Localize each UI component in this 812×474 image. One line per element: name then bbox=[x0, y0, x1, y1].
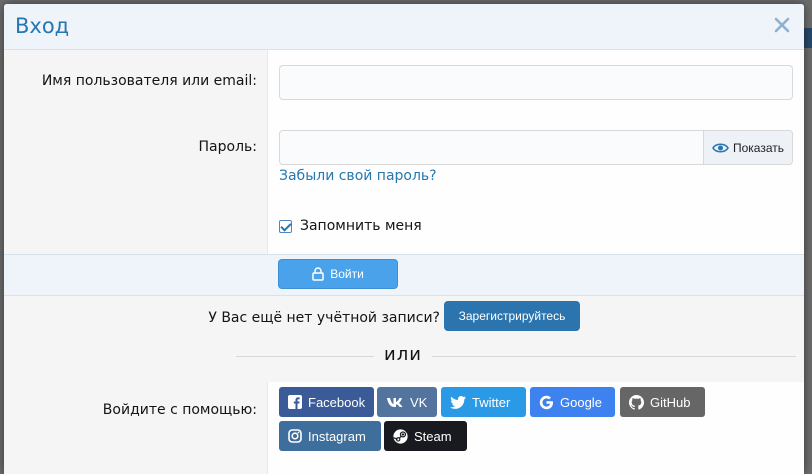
vk-icon bbox=[387, 398, 403, 407]
github-button[interactable]: GitHub bbox=[620, 387, 705, 417]
twitter-label: Twitter bbox=[472, 394, 511, 410]
twitter-icon bbox=[450, 395, 466, 409]
username-input[interactable] bbox=[279, 65, 793, 100]
show-password-button[interactable]: Показать bbox=[703, 131, 792, 164]
lower-section: У Вас ещё нет учётной записи? Зарегистри… bbox=[4, 296, 804, 474]
password-input[interactable] bbox=[280, 131, 704, 164]
facebook-icon bbox=[288, 395, 302, 409]
remember-checkbox[interactable] bbox=[279, 219, 292, 233]
close-button[interactable] bbox=[772, 14, 792, 36]
password-label: Пароль: bbox=[198, 139, 257, 155]
modal-title: Вход bbox=[15, 14, 70, 38]
remember-me[interactable]: Запомнить меня bbox=[279, 218, 422, 234]
login-button-label: Войти bbox=[330, 267, 364, 281]
vk-label: VK bbox=[410, 394, 428, 410]
instagram-icon bbox=[288, 429, 302, 443]
google-label: Google bbox=[560, 394, 602, 410]
vk-button[interactable]: VK bbox=[377, 387, 437, 417]
github-icon bbox=[629, 394, 644, 410]
twitter-button[interactable]: Twitter bbox=[441, 387, 526, 417]
login-form: Имя пользователя или email: Пароль: Пока… bbox=[4, 50, 804, 254]
register-button[interactable]: Зарегистрируйтесь bbox=[444, 301, 580, 331]
instagram-button[interactable]: Instagram bbox=[279, 421, 381, 451]
steam-label: Steam bbox=[414, 428, 452, 444]
password-field: Показать bbox=[279, 130, 793, 165]
instagram-label: Instagram bbox=[308, 428, 366, 444]
show-password-label: Показать bbox=[732, 140, 784, 155]
steam-icon bbox=[393, 428, 408, 444]
modal-header: Вход bbox=[4, 4, 804, 50]
close-icon bbox=[774, 17, 790, 33]
remember-label: Запомнить меня bbox=[300, 218, 422, 234]
social-label: Войдите с помощью: bbox=[102, 402, 257, 418]
eye-icon bbox=[712, 142, 729, 153]
submit-row: Войти bbox=[4, 254, 804, 296]
or-divider-text: или bbox=[374, 344, 432, 365]
login-button[interactable]: Войти bbox=[278, 259, 398, 289]
no-account-text: У Вас ещё нет учётной записи? bbox=[208, 310, 440, 326]
github-label: GitHub bbox=[650, 394, 691, 410]
steam-button[interactable]: Steam bbox=[384, 421, 467, 451]
login-modal: Вход Имя пользователя или email: Пароль:… bbox=[4, 4, 804, 474]
google-icon bbox=[539, 395, 553, 409]
lock-icon bbox=[312, 267, 324, 281]
or-divider-line bbox=[236, 356, 796, 357]
google-button[interactable]: Google bbox=[530, 387, 615, 417]
facebook-label: Facebook bbox=[308, 394, 366, 410]
social-login-area: Войдите с помощью: Facebook VK Twitter G… bbox=[4, 382, 804, 474]
username-label: Имя пользователя или email: bbox=[41, 73, 257, 89]
facebook-button[interactable]: Facebook bbox=[279, 387, 374, 417]
label-column: Имя пользователя или email: Пароль: bbox=[4, 50, 268, 254]
forgot-password-link[interactable]: Забыли свой пароль? bbox=[279, 168, 437, 184]
social-label-column: Войдите с помощью: bbox=[4, 382, 268, 474]
